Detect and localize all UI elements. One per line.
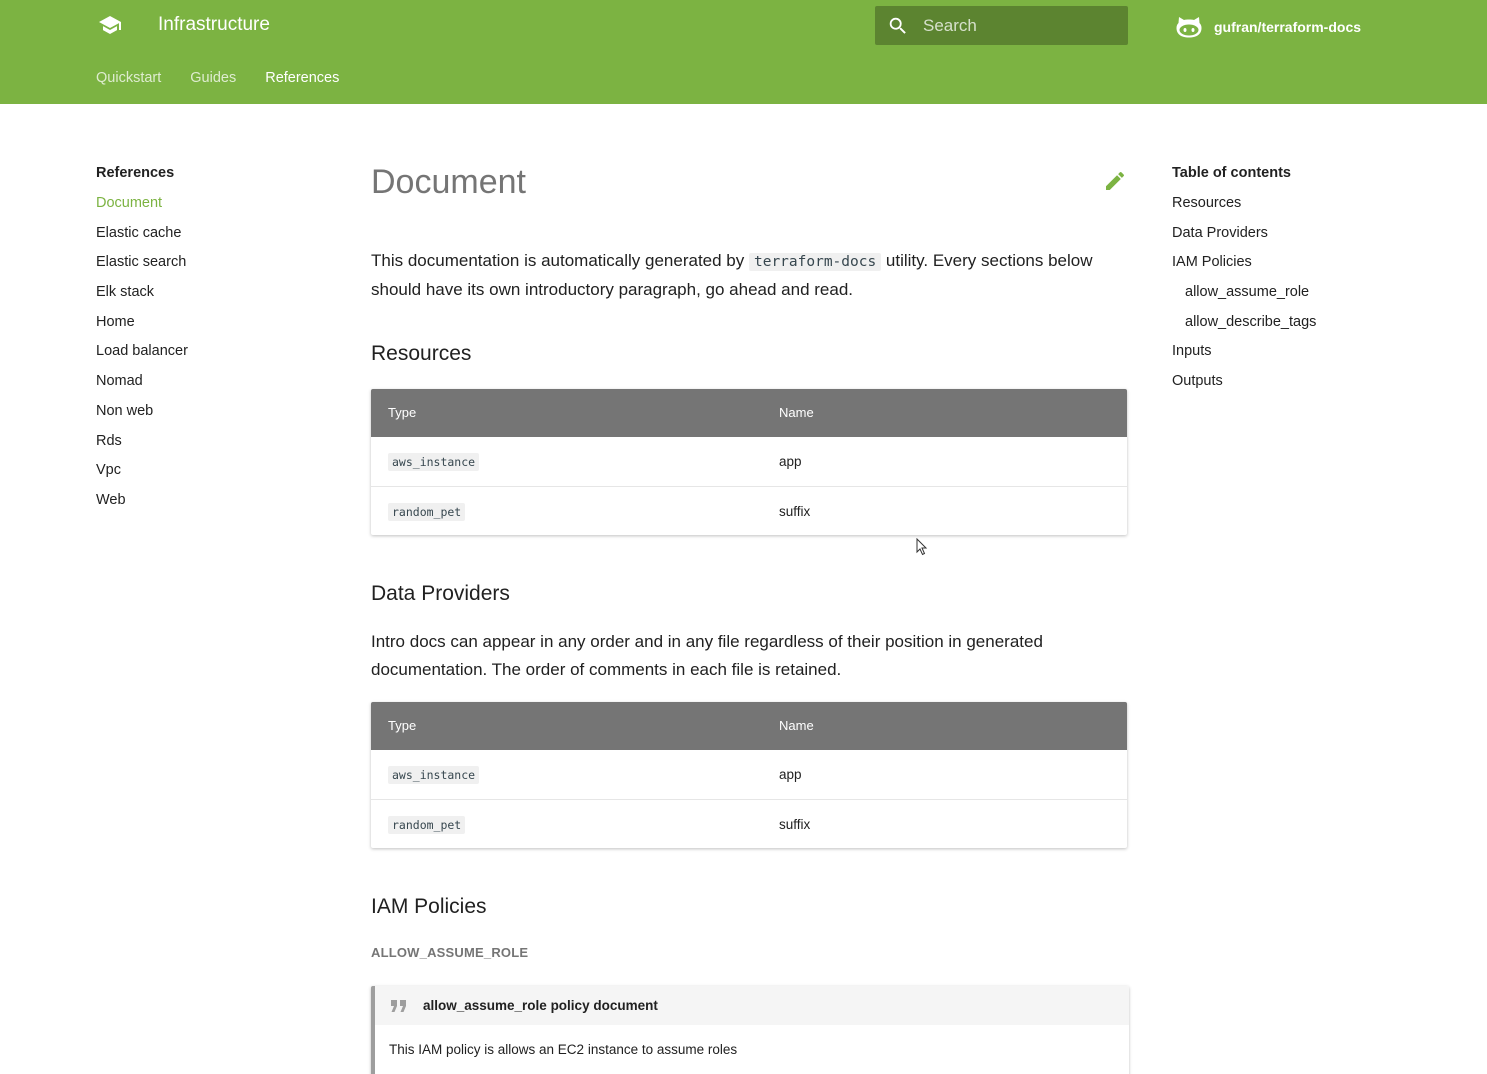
toc-item-outputs[interactable]: Outputs	[1172, 371, 1422, 401]
toc-item-allow-describe-tags[interactable]: allow_describe_tags	[1172, 312, 1422, 342]
top-header: Infrastructure gufran/terraform-docs Qui…	[0, 0, 1487, 104]
column-header-name: Name	[779, 702, 1127, 750]
sidebar-item-vpc[interactable]: Vpc	[96, 460, 316, 490]
table-of-contents: Table of contents Resources Data Provide…	[1172, 163, 1422, 401]
mouse-cursor-icon	[916, 538, 928, 556]
header-tabs: Quickstart Guides References	[96, 68, 368, 88]
main-content: Document	[371, 150, 1127, 212]
resource-name: app	[779, 454, 1127, 469]
search-input[interactable]	[923, 6, 1118, 45]
toc-item-resources[interactable]: Resources	[1172, 193, 1422, 223]
sidebar-item-rds[interactable]: Rds	[96, 431, 316, 461]
sidebar-nav: References Document Elastic cache Elasti…	[96, 163, 316, 520]
table-header: Type Name	[371, 702, 1127, 750]
data-providers-table: Type Name aws_instance app random_pet su…	[371, 702, 1127, 848]
data-name: app	[779, 767, 1127, 782]
heading-allow-assume-role: ALLOW_ASSUME_ROLE	[371, 944, 528, 962]
repo-link[interactable]: gufran/terraform-docs	[1176, 14, 1361, 40]
column-header-type: Type	[371, 702, 779, 750]
table-row: aws_instance app	[371, 750, 1127, 799]
column-header-type: Type	[371, 389, 779, 437]
table-header: Type Name	[371, 389, 1127, 437]
toc-item-iam-policies[interactable]: IAM Policies	[1172, 252, 1422, 282]
github-icon	[1176, 15, 1202, 39]
table-row: random_pet suffix	[371, 486, 1127, 535]
toc-title: Table of contents	[1172, 163, 1422, 183]
sidebar-item-elastic-search[interactable]: Elastic search	[96, 252, 316, 282]
sidebar-item-web[interactable]: Web	[96, 490, 316, 520]
toc-item-inputs[interactable]: Inputs	[1172, 341, 1422, 371]
heading-resources: Resources	[371, 340, 471, 368]
resources-table: Type Name aws_instance app random_pet su…	[371, 389, 1127, 535]
quote-icon	[389, 998, 409, 1014]
policy-admonition: allow_assume_role policy document This I…	[371, 986, 1129, 1074]
tab-guides[interactable]: Guides	[190, 68, 236, 88]
resource-type: aws_instance	[388, 453, 479, 471]
heading-data-providers: Data Providers	[371, 580, 510, 608]
resource-name: suffix	[779, 504, 1127, 519]
sidebar-item-load-balancer[interactable]: Load balancer	[96, 341, 316, 371]
column-header-name: Name	[779, 389, 1127, 437]
inline-code: terraform-docs	[749, 253, 881, 271]
table-row: aws_instance app	[371, 437, 1127, 486]
data-type: random_pet	[388, 816, 465, 834]
sidebar-item-document[interactable]: Document	[96, 193, 316, 223]
search-icon	[887, 15, 909, 37]
repo-name: gufran/terraform-docs	[1214, 19, 1361, 35]
site-title[interactable]: Infrastructure	[158, 12, 270, 38]
data-providers-intro: Intro docs can appear in any order and i…	[371, 628, 1131, 684]
data-name: suffix	[779, 817, 1127, 832]
heading-iam-policies: IAM Policies	[371, 893, 487, 921]
sidebar-item-home[interactable]: Home	[96, 312, 316, 342]
intro-paragraph: This documentation is automatically gene…	[371, 247, 1131, 304]
admonition-header: allow_assume_role policy document	[375, 986, 1129, 1025]
sidebar-item-nomad[interactable]: Nomad	[96, 371, 316, 401]
data-type: aws_instance	[388, 766, 479, 784]
sidebar-item-elastic-cache[interactable]: Elastic cache	[96, 223, 316, 253]
toc-item-data-providers[interactable]: Data Providers	[1172, 223, 1422, 253]
table-row: random_pet suffix	[371, 799, 1127, 848]
page-title: Document	[371, 152, 1127, 212]
sidebar-item-elk-stack[interactable]: Elk stack	[96, 282, 316, 312]
admonition-title: allow_assume_role policy document	[423, 998, 658, 1013]
toc-item-allow-assume-role[interactable]: allow_assume_role	[1172, 282, 1422, 312]
admonition-body: This IAM policy is allows an EC2 instanc…	[375, 1025, 1129, 1059]
search-box[interactable]	[875, 6, 1128, 45]
pencil-icon[interactable]	[1103, 169, 1127, 193]
school-icon[interactable]	[96, 13, 124, 37]
tab-references[interactable]: References	[265, 68, 339, 88]
resource-type: random_pet	[388, 503, 465, 521]
sidebar-item-non-web[interactable]: Non web	[96, 401, 316, 431]
intro-text-before: This documentation is automatically gene…	[371, 251, 749, 270]
sidebar-title: References	[96, 163, 316, 183]
tab-quickstart[interactable]: Quickstart	[96, 68, 161, 88]
